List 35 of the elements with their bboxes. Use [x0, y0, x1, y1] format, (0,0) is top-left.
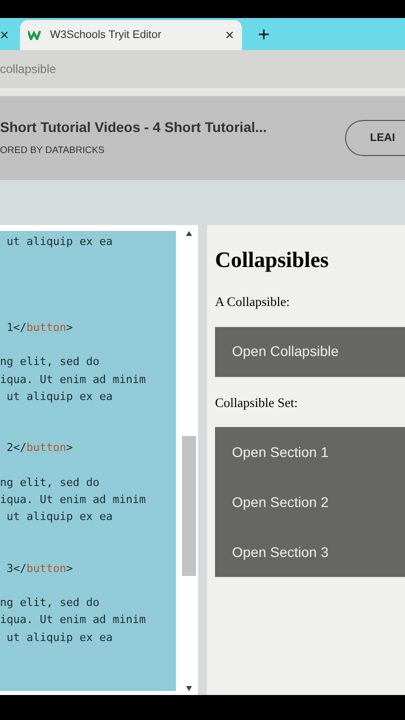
- logo-icon: [28, 30, 42, 40]
- code-line: 2</button>: [6, 440, 73, 456]
- close-icon[interactable]: ×: [225, 28, 234, 42]
- page-heading: Collapsibles: [215, 246, 330, 274]
- code-line: iqua. Ut enim ad minim: [0, 612, 146, 628]
- code-line: ng elit, sed do: [0, 474, 100, 491]
- code-line: ut aliquip ex ea: [6, 234, 113, 250]
- code-line: ut aliquip ex ea: [6, 630, 113, 646]
- scrollbar[interactable]: [182, 231, 196, 691]
- code-editor[interactable]: [0, 225, 198, 695]
- section-label: A Collapsible:: [215, 293, 291, 311]
- ad-sponsor: ORED BY DATABRICKS: [0, 144, 106, 158]
- tab-title: W3Schools Tryit Editor: [50, 28, 162, 43]
- section-button[interactable]: Open Section 1: [215, 427, 405, 477]
- browser-tab[interactable]: W3Schools Tryit Editor ×: [20, 20, 242, 50]
- code-line: iqua. Ut enim ad minim: [0, 492, 146, 508]
- scroll-thumb[interactable]: [182, 436, 196, 576]
- scroll-down-icon[interactable]: [186, 686, 192, 691]
- code-line: ut aliquip ex ea: [6, 388, 113, 405]
- close-icon[interactable]: ×: [0, 28, 9, 42]
- learn-button[interactable]: LEAI: [345, 120, 405, 156]
- code-line: ng elit, sed do: [0, 595, 100, 612]
- url-text: collapsible: [0, 61, 56, 78]
- scroll-up-icon[interactable]: [186, 231, 192, 236]
- code-line: ng elit, sed do: [0, 354, 100, 370]
- code-line: 1</button>: [6, 320, 73, 336]
- new-tab-button[interactable]: +: [258, 20, 270, 50]
- collapsible-button[interactable]: Open Collapsible: [215, 326, 405, 376]
- section-button[interactable]: Open Section 2: [215, 477, 405, 527]
- ad-title: Short Tutorial Videos - 4 Short Tutorial...: [0, 118, 267, 138]
- code-line: iqua. Ut enim ad minim: [0, 372, 146, 388]
- section-button[interactable]: Open Section 3: [215, 527, 405, 577]
- code-line: 3</button>: [6, 560, 73, 577]
- section-label: Collapsible Set:: [215, 394, 299, 412]
- code-line: ut aliquip ex ea: [6, 509, 113, 526]
